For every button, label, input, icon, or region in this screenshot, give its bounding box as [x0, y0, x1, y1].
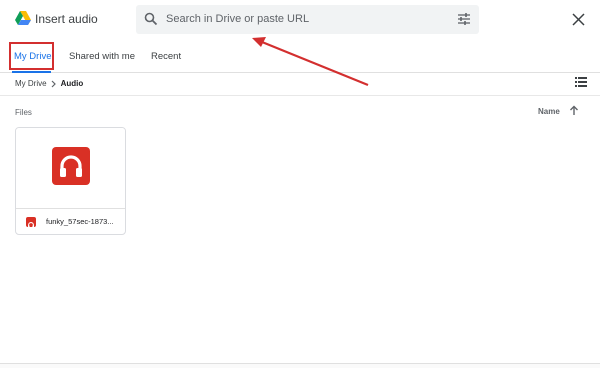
- headphones-icon: [26, 217, 36, 228]
- tab-recent[interactable]: Recent: [151, 51, 181, 62]
- active-tab-indicator: [12, 71, 51, 73]
- sort-up-arrow-icon[interactable]: [569, 105, 579, 116]
- file-card[interactable]: funky_57sec-1873...: [15, 127, 126, 235]
- file-name: funky_57sec-1873...: [46, 217, 114, 226]
- chevron-right-icon: [51, 80, 56, 87]
- list-view-icon[interactable]: [575, 77, 587, 87]
- search-input[interactable]: Search in Drive or paste URL: [136, 5, 479, 34]
- files-section-label: Files: [15, 108, 32, 117]
- drive-logo-icon: [15, 11, 31, 25]
- divider: [0, 95, 600, 96]
- tab-shared-with-me[interactable]: Shared with me: [69, 51, 135, 62]
- tab-bar: My Drive Shared with me Recent: [0, 40, 600, 73]
- search-icon: [144, 12, 158, 26]
- file-footer: funky_57sec-1873...: [16, 208, 125, 234]
- tab-my-drive[interactable]: My Drive: [14, 51, 51, 62]
- headphones-icon: [52, 147, 90, 185]
- dialog-title: Insert audio: [35, 12, 98, 26]
- dialog-header: Insert audio Search in Drive or paste UR…: [0, 0, 600, 40]
- dialog-bottom-edge: [0, 363, 600, 368]
- search-placeholder: Search in Drive or paste URL: [166, 13, 310, 25]
- breadcrumb-current: Audio: [60, 79, 84, 88]
- breadcrumb-root[interactable]: My Drive: [15, 79, 47, 88]
- insert-audio-dialog: Insert audio Search in Drive or paste UR…: [0, 0, 600, 368]
- breadcrumb: My Drive Audio: [15, 79, 83, 88]
- close-icon[interactable]: [572, 13, 585, 26]
- file-thumbnail: [16, 128, 125, 208]
- sort-by-name-button[interactable]: Name: [538, 107, 560, 116]
- tune-icon[interactable]: [457, 12, 471, 26]
